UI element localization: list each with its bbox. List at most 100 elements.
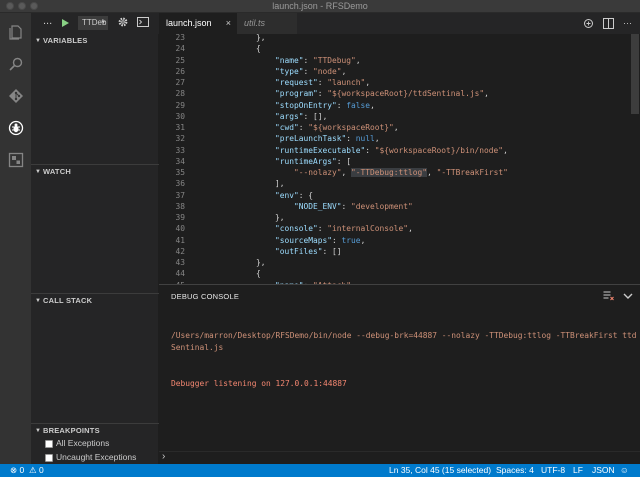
clear-console-icon[interactable] [603, 290, 614, 304]
json-value: "${workspaceRoot}/bin/node" [374, 145, 504, 155]
code-text: ], [237, 178, 285, 189]
debug-sidebar: ... TTDebu▾ ▼ VARIABLES ▼ WATCH ▼ CALL S… [31, 13, 159, 464]
tab-label: util.ts [244, 18, 266, 28]
code-line: 24 { [159, 43, 640, 54]
chevron-down-icon: ▼ [35, 428, 42, 434]
end-of-line[interactable]: LF [573, 464, 583, 477]
explorer-icon[interactable] [6, 22, 25, 41]
chevron-down-icon: ▼ [35, 169, 42, 175]
code-token: : [298, 190, 309, 200]
line-number: 41 [175, 235, 185, 245]
start-debugging-button[interactable] [62, 19, 69, 27]
problems-indicator[interactable]: ⊗ 0 ⚠ 0 [10, 464, 44, 477]
call-stack-title: CALL STACK [43, 296, 93, 305]
code-line: 30 "args": [], [159, 111, 640, 122]
code-line: 37 "env": { [159, 190, 640, 201]
line-number: 26 [175, 66, 185, 76]
code-text: "env": { [237, 190, 313, 201]
code-line: 27 "request": "launch", [159, 77, 640, 88]
checkbox[interactable] [45, 439, 53, 448]
json-key: "request" [275, 78, 318, 87]
encoding[interactable]: UTF-8 [541, 464, 565, 477]
code-line: 35 "--nolazy", "-TTDebug:ttlog", "-TTBre… [159, 167, 640, 178]
line-number: 27 [175, 78, 185, 87]
code-text: "--nolazy", "-TTDebug:ttlog", "-TTBreakF… [237, 167, 508, 178]
console-command-line: /Users/marron/Desktop/RFSDemo/bin/node -… [171, 331, 637, 352]
code-token: : [317, 78, 328, 87]
variables-title: VARIABLES [43, 36, 88, 45]
code-editor[interactable]: 23 }, 24 {25 "name": "TTDebug", 26 "type":… [159, 34, 640, 284]
code-line: 32 "preLaunchTask": null, [159, 133, 640, 144]
json-value: "launch" [327, 78, 366, 87]
debug-console-icon[interactable] [137, 17, 149, 30]
split-editor-icon[interactable] [603, 18, 614, 29]
tab-util-ts[interactable]: util.ts [237, 13, 297, 34]
code-token: : [303, 55, 314, 65]
close-icon[interactable]: × [226, 13, 231, 34]
json-key: "console" [275, 224, 318, 234]
panel-title[interactable]: DEBUG CONSOLE [171, 292, 239, 301]
more-actions-button[interactable]: ... [43, 15, 52, 27]
json-key: "type" [275, 66, 304, 76]
code-text: "NODE_ENV": "development" [237, 201, 413, 212]
gear-icon[interactable] [117, 16, 129, 31]
code-line: 44 { [159, 268, 640, 279]
line-number: 42 [175, 246, 185, 256]
breakpoint-uncaught-exceptions[interactable]: Uncaught Exceptions [45, 451, 136, 464]
indentation[interactable]: Spaces: 4 [496, 464, 534, 477]
watch-section-header[interactable]: ▼ WATCH [31, 164, 159, 178]
json-value: null [355, 134, 375, 144]
code-line: 33 "runtimeExecutable": "${workspaceRoot… [159, 145, 640, 156]
repl-input[interactable]: › [159, 451, 640, 464]
line-number: 30 [175, 111, 185, 121]
extensions-icon[interactable] [6, 150, 25, 169]
more-icon[interactable]: ··· [623, 18, 634, 29]
tab-launch-json[interactable]: launch.json × [159, 13, 237, 34]
prompt-chevron-icon: › [162, 451, 166, 462]
code-token: , [370, 100, 375, 110]
chevron-down-icon[interactable] [623, 291, 633, 303]
code-text: { [237, 43, 261, 54]
breakpoints-section-header[interactable]: ▼ BREAKPOINTS [31, 423, 159, 437]
json-key: "program" [275, 89, 318, 99]
variables-section-header[interactable]: ▼ VARIABLES [31, 34, 159, 48]
code-line: 41 "sourceMaps": true, [159, 235, 640, 246]
code-text: "runtimeExecutable": "${workspaceRoot}/b… [237, 145, 508, 156]
json-key: "args" [275, 111, 304, 121]
code-line: 43 }, [159, 257, 640, 268]
call-stack-section-header[interactable]: ▼ CALL STACK [31, 293, 159, 307]
json-key: "env" [275, 190, 299, 200]
checkbox[interactable] [45, 453, 53, 462]
code-line: 38 "NODE_ENV": "development" [159, 201, 640, 212]
watch-title: WATCH [43, 167, 71, 176]
open-changes-icon[interactable] [583, 18, 594, 29]
line-number: 36 [175, 179, 185, 189]
code-token: : [317, 89, 328, 99]
code-text: }, [237, 212, 285, 223]
code-token: : [303, 111, 314, 121]
feedback-icon[interactable]: ☺ [620, 464, 629, 477]
search-icon[interactable] [6, 54, 25, 73]
language-mode[interactable]: JSON [592, 464, 615, 477]
code-token: }, [237, 213, 285, 222]
debug-console-panel: DEBUG CONSOLE /Users/marron/Desktop/RFSD… [159, 284, 640, 464]
line-number: 25 [175, 55, 185, 65]
source-control-icon[interactable] [6, 86, 25, 105]
cursor-position[interactable]: Ln 35, Col 45 (15 selected) [389, 464, 491, 477]
debug-icon[interactable] [6, 118, 25, 137]
code-text: "preLaunchTask": null, [237, 133, 380, 144]
warning-icon: ⚠ [26, 465, 37, 475]
code-token: : [341, 201, 352, 211]
launch-configuration-select[interactable]: TTDebu▾ [78, 16, 108, 30]
breakpoint-all-exceptions[interactable]: All Exceptions [45, 437, 109, 450]
line-number: 35 [175, 168, 185, 177]
editor-scrollbar[interactable] [630, 34, 640, 284]
runtime-arg: "-TTDebug:ttlog" [351, 168, 428, 177]
scrollbar-thumb[interactable] [631, 34, 639, 114]
